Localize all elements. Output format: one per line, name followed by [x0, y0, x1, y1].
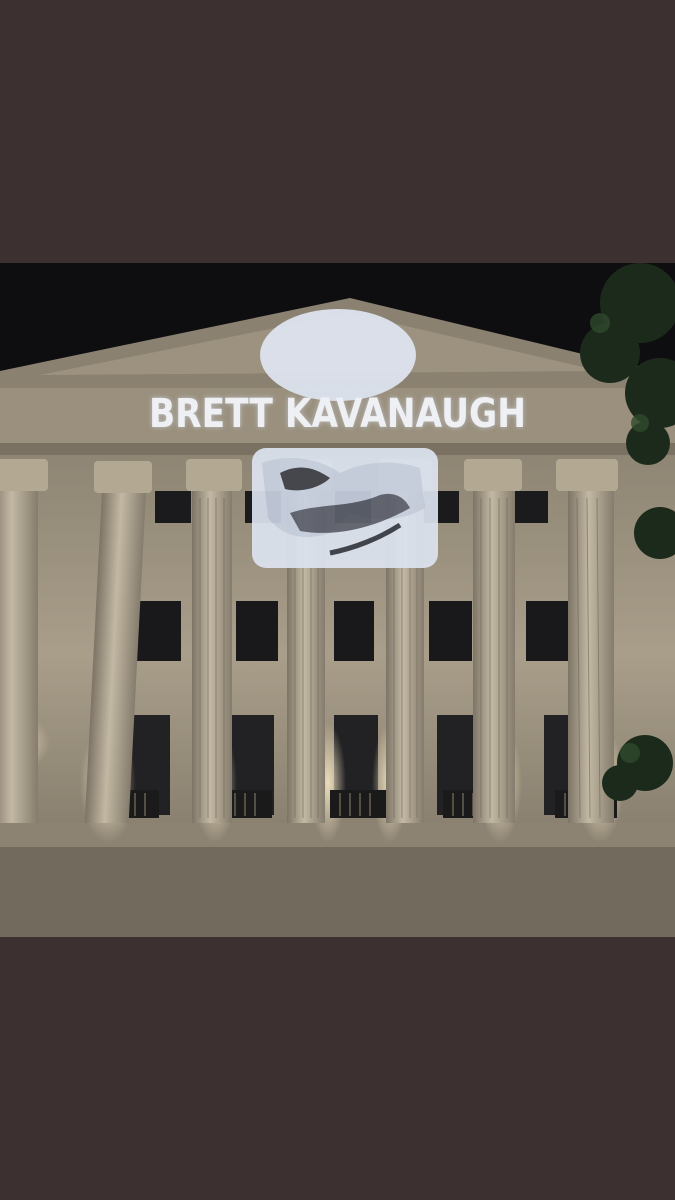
screen: BRETT KAVANAUGH	[0, 0, 675, 1200]
night-building-photo: BRETT KAVANAUGH	[0, 263, 675, 937]
building-illustration	[0, 263, 675, 937]
projected-name-text: BRETT KAVANAUGH	[148, 391, 527, 437]
building-base	[0, 847, 675, 937]
